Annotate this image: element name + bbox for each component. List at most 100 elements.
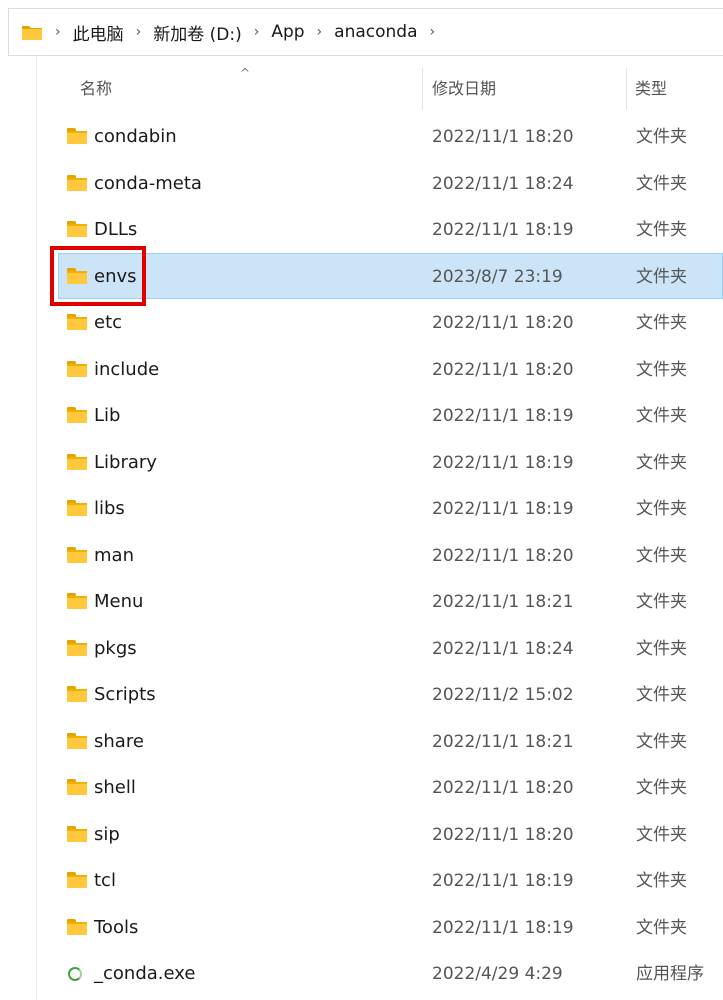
file-name: Lib bbox=[94, 405, 121, 426]
file-name: share bbox=[94, 730, 144, 752]
chevron-right-icon[interactable]: › bbox=[317, 24, 323, 40]
folder-icon bbox=[67, 407, 87, 423]
file-date: 2022/11/1 18:20 bbox=[432, 824, 574, 845]
folder-icon bbox=[67, 825, 87, 842]
breadcrumb-item-drive[interactable]: 新加卷 (D:) bbox=[153, 20, 242, 45]
file-type: 文件夹 bbox=[636, 592, 687, 612]
file-row[interactable]: include 2022/11/1 18:20 文件夹 bbox=[58, 346, 723, 393]
chevron-right-icon[interactable]: › bbox=[136, 24, 142, 40]
file-type: 文件夹 bbox=[636, 685, 687, 705]
file-name: tcl bbox=[94, 870, 116, 891]
file-row[interactable]: Scripts 2022/11/2 15:02 文件夹 bbox=[58, 671, 723, 718]
sort-ascending-icon: ^ bbox=[240, 66, 251, 80]
folder-icon bbox=[67, 128, 87, 144]
file-type: 文件夹 bbox=[636, 359, 687, 380]
folder-icon bbox=[67, 872, 87, 888]
file-row[interactable]: etc 2022/11/1 18:20 文件夹 bbox=[58, 299, 723, 346]
file-row[interactable]: man 2022/11/1 18:20 文件夹 bbox=[58, 532, 723, 579]
file-row[interactable]: Tools 2022/11/1 18:19 文件夹 bbox=[58, 904, 723, 951]
file-type: 文件夹 bbox=[636, 917, 687, 938]
file-row[interactable]: Menu 2022/11/1 18:21 文件夹 bbox=[58, 578, 723, 625]
folder-icon bbox=[67, 639, 87, 656]
file-name: etc bbox=[94, 312, 123, 333]
column-header-type[interactable]: 类型 bbox=[635, 68, 667, 110]
conda-exe-icon bbox=[59, 951, 82, 981]
file-date: 2022/11/1 18:19 bbox=[432, 499, 574, 519]
file-row[interactable]: condabin 2022/11/1 18:20 文件夹 bbox=[58, 113, 723, 160]
file-row[interactable]: DLLs 2022/11/1 18:19 文件夹 bbox=[58, 206, 723, 253]
file-row[interactable]: Library 2022/11/1 18:19 文件夹 bbox=[58, 439, 723, 486]
file-date: 2022/11/1 18:21 bbox=[432, 731, 574, 752]
file-type: 文件夹 bbox=[636, 266, 687, 287]
file-name: _conda.exe bbox=[94, 963, 196, 984]
file-row[interactable]: conda-meta 2022/11/1 18:24 文件夹 bbox=[58, 160, 723, 207]
file-name: sip bbox=[94, 823, 120, 845]
file-name: include bbox=[94, 358, 160, 380]
pane-divider bbox=[36, 56, 37, 1000]
column-header-date[interactable]: 修改日期 bbox=[432, 68, 496, 110]
file-date: 2022/11/1 18:20 bbox=[432, 127, 574, 147]
column-resize-handle[interactable] bbox=[422, 68, 423, 110]
chevron-right-icon[interactable]: › bbox=[430, 24, 436, 40]
file-date: 2022/11/1 18:24 bbox=[432, 173, 574, 194]
folder-icon bbox=[67, 453, 87, 470]
chevron-right-icon[interactable]: › bbox=[254, 24, 260, 40]
file-row[interactable]: shell 2022/11/1 18:20 文件夹 bbox=[58, 764, 723, 811]
file-name: shell bbox=[94, 777, 136, 798]
file-type: 文件夹 bbox=[636, 452, 687, 473]
file-name: Scripts bbox=[94, 684, 156, 705]
file-type: 文件夹 bbox=[636, 313, 687, 333]
file-date: 2022/11/1 18:21 bbox=[432, 592, 574, 612]
folder-icon bbox=[67, 686, 87, 702]
file-row[interactable]: envs 2023/8/7 23:19 文件夹 bbox=[58, 252, 723, 299]
file-name: Tools bbox=[94, 916, 139, 938]
folder-icon[interactable] bbox=[21, 23, 43, 41]
file-date: 2022/11/1 18:19 bbox=[432, 871, 574, 891]
folder-icon bbox=[67, 314, 87, 330]
file-date: 2022/11/1 18:19 bbox=[432, 917, 574, 938]
file-type: 文件夹 bbox=[636, 127, 687, 147]
file-name: Menu bbox=[94, 591, 144, 612]
breadcrumb-item-app[interactable]: App bbox=[271, 22, 304, 42]
file-type: 文件夹 bbox=[636, 871, 687, 891]
file-type: 文件夹 bbox=[636, 220, 687, 240]
file-date: 2022/11/1 18:20 bbox=[432, 545, 574, 566]
file-row[interactable]: Lib 2022/11/1 18:19 文件夹 bbox=[58, 392, 723, 439]
file-row[interactable]: tcl 2022/11/1 18:19 文件夹 bbox=[58, 857, 723, 904]
file-type: 文件夹 bbox=[636, 824, 687, 845]
file-row[interactable]: share 2022/11/1 18:21 文件夹 bbox=[58, 718, 723, 765]
file-name: pkgs bbox=[94, 637, 137, 659]
file-row[interactable]: libs 2022/11/1 18:19 文件夹 bbox=[58, 485, 723, 532]
folder-icon bbox=[67, 593, 87, 609]
file-type: 文件夹 bbox=[636, 731, 687, 752]
file-type: 应用程序 bbox=[636, 964, 704, 984]
file-type: 文件夹 bbox=[636, 406, 687, 426]
column-resize-handle[interactable] bbox=[626, 68, 627, 110]
folder-icon bbox=[67, 221, 87, 237]
breadcrumb-item-this-pc[interactable]: 此电脑 bbox=[73, 20, 124, 45]
folder-icon bbox=[67, 174, 87, 191]
breadcrumb-item-anaconda[interactable]: anaconda bbox=[334, 22, 417, 42]
file-date: 2022/11/1 18:19 bbox=[432, 406, 574, 426]
file-date: 2022/11/1 18:19 bbox=[432, 220, 574, 240]
file-row[interactable]: sip 2022/11/1 18:20 文件夹 bbox=[58, 811, 723, 858]
file-row[interactable]: pkgs 2022/11/1 18:24 文件夹 bbox=[58, 625, 723, 672]
annotation-highlight-box bbox=[50, 246, 146, 306]
file-type: 文件夹 bbox=[636, 173, 687, 194]
folder-icon bbox=[67, 546, 87, 563]
folder-icon bbox=[67, 500, 87, 516]
file-date: 2023/8/7 23:19 bbox=[432, 266, 563, 287]
file-date: 2022/11/1 18:20 bbox=[432, 359, 574, 380]
file-row[interactable]: _conda.exe 2022/4/29 4:29 应用程序 bbox=[58, 950, 723, 997]
file-type: 文件夹 bbox=[636, 499, 687, 519]
file-name: conda-meta bbox=[94, 172, 202, 194]
folder-icon bbox=[67, 779, 87, 795]
column-header-name[interactable]: 名称 bbox=[80, 68, 112, 110]
file-type: 文件夹 bbox=[636, 778, 687, 798]
file-date: 2022/11/2 15:02 bbox=[432, 685, 574, 705]
folder-icon bbox=[67, 918, 87, 935]
file-date: 2022/4/29 4:29 bbox=[432, 964, 563, 984]
file-date: 2022/11/1 18:20 bbox=[432, 313, 574, 333]
file-name: condabin bbox=[94, 126, 177, 147]
chevron-right-icon[interactable]: › bbox=[55, 24, 61, 40]
